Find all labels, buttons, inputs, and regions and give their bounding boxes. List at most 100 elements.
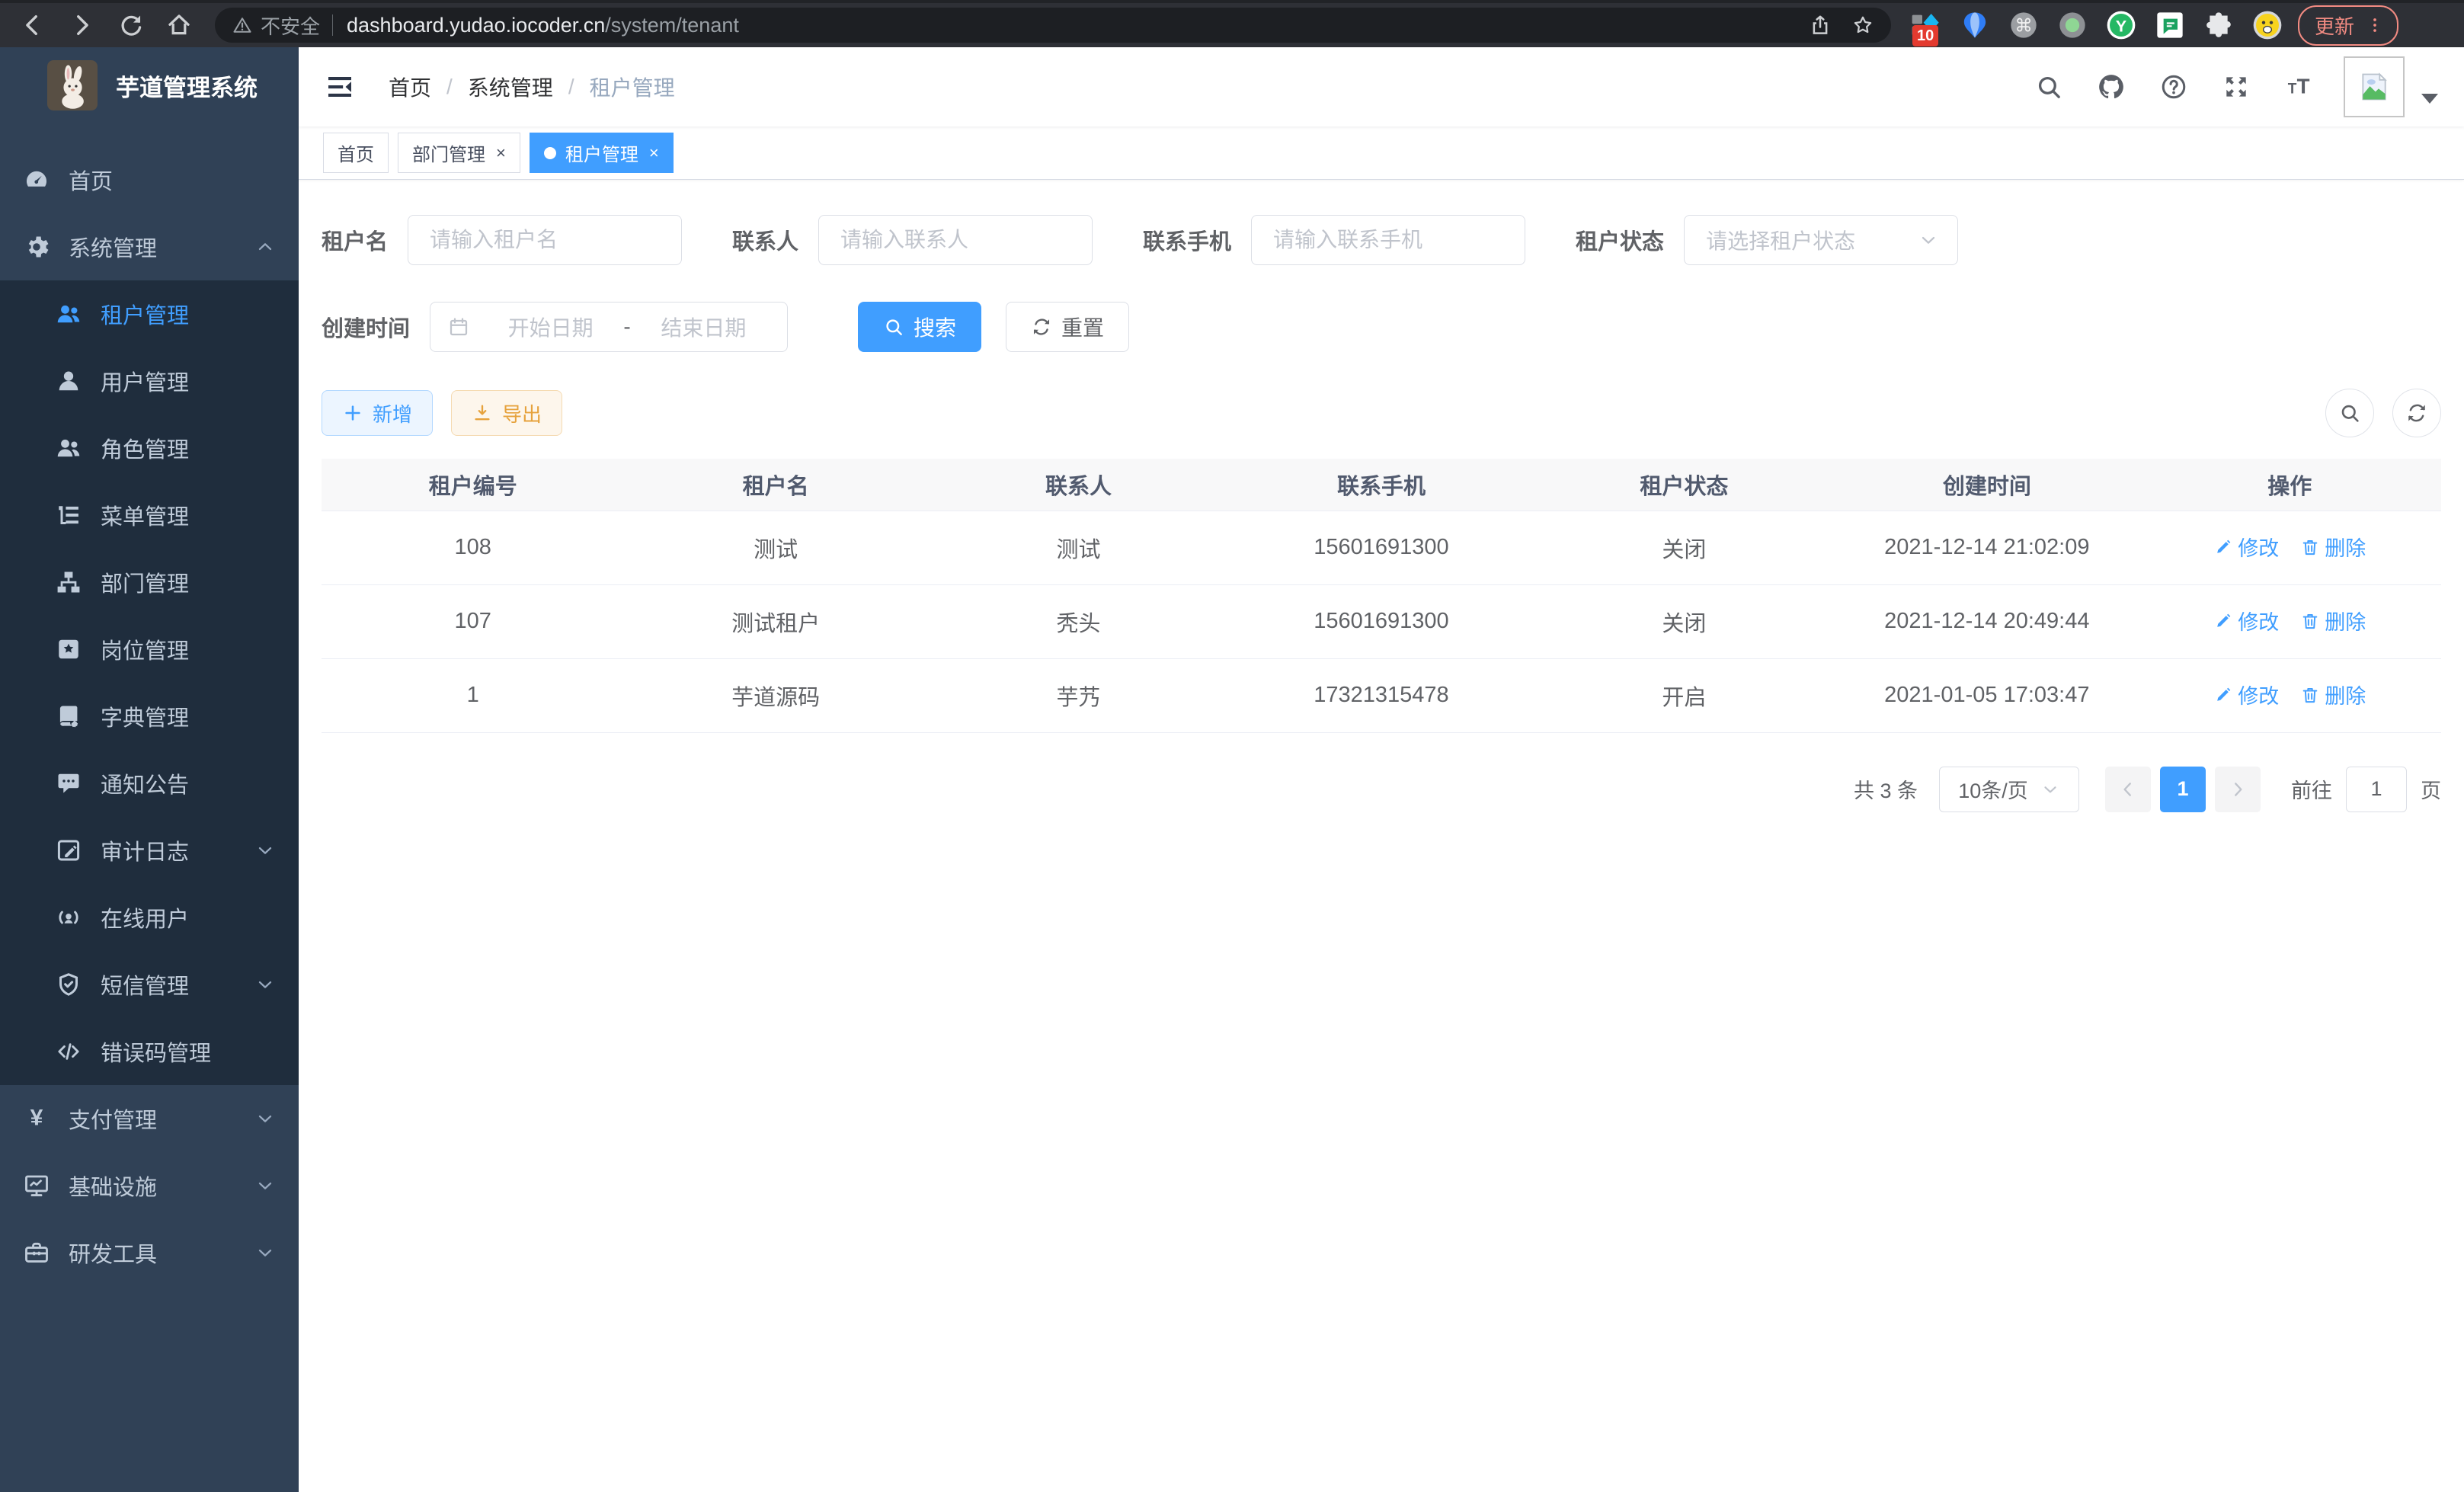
url-text[interactable]: dashboard.yudao.iocoder.cn/system/tenant <box>347 14 1809 37</box>
sidebar-item-部门管理[interactable]: 部门管理 <box>0 549 299 616</box>
edit-link[interactable]: 修改 <box>2213 680 2279 709</box>
close-tab-icon[interactable]: × <box>496 143 506 163</box>
search-button[interactable]: 搜索 <box>858 302 981 352</box>
forward-icon[interactable] <box>69 12 94 38</box>
sidebar-toggle-icon[interactable] <box>325 72 355 102</box>
status-select[interactable]: 请选择租户状态 <box>1684 215 1958 265</box>
share-icon[interactable] <box>1809 14 1832 37</box>
user-icon <box>55 367 82 395</box>
sidebar-item-通知公告[interactable]: 通知公告 <box>0 750 299 817</box>
show-search-button[interactable] <box>2325 389 2374 437</box>
svg-text:¥: ¥ <box>30 1105 43 1130</box>
home-icon[interactable] <box>166 12 192 38</box>
contact-input[interactable] <box>818 215 1093 265</box>
edit-icon <box>2213 685 2233 705</box>
goto-page-input[interactable] <box>2346 767 2407 812</box>
sidebar-item-短信管理[interactable]: 短信管理 <box>0 951 299 1018</box>
user-avatar-menu[interactable] <box>2344 56 2438 117</box>
next-page-button[interactable] <box>2215 767 2261 812</box>
extension-chat-icon[interactable] <box>2155 10 2185 40</box>
sidebar-item-支付管理[interactable]: ¥支付管理 <box>0 1085 299 1152</box>
github-icon[interactable] <box>2097 72 2126 101</box>
extensions-puzzle-icon[interactable] <box>2203 10 2234 40</box>
update-label: 更新 <box>2315 11 2354 40</box>
cell-id: 108 <box>322 511 624 584</box>
dictionary-icon <box>55 703 82 730</box>
cell-id: 1 <box>322 658 624 732</box>
start-date-placeholder[interactable]: 开始日期 <box>484 312 617 342</box>
date-range-picker[interactable]: 开始日期 - 结束日期 <box>430 302 788 352</box>
tag-tab-租户管理[interactable]: 租户管理× <box>530 133 674 173</box>
app-title: 芋道管理系统 <box>116 69 258 103</box>
sidebar-item-用户管理[interactable]: 用户管理 <box>0 347 299 415</box>
breadcrumb-item[interactable]: 首页 <box>389 72 431 102</box>
font-size-icon[interactable]: TT <box>2284 72 2313 101</box>
logo-image <box>47 60 98 110</box>
sidebar-item-岗位管理[interactable]: 岗位管理 <box>0 616 299 683</box>
sidebar-item-字典管理[interactable]: 字典管理 <box>0 683 299 750</box>
refresh-table-button[interactable] <box>2392 389 2441 437</box>
sidebar-item-错误码管理[interactable]: 错误码管理 <box>0 1018 299 1085</box>
kebab-menu-icon[interactable] <box>2365 15 2385 35</box>
sidebar-item-label: 系统管理 <box>69 231 157 263</box>
add-button[interactable]: 新增 <box>322 390 433 436</box>
sidebar-item-研发工具[interactable]: 研发工具 <box>0 1219 299 1286</box>
tenant-name-input[interactable] <box>408 215 682 265</box>
extension-balloon-icon[interactable] <box>1960 10 1990 40</box>
sidebar-item-在线用户[interactable]: 在线用户 <box>0 884 299 951</box>
profile-avatar-icon[interactable] <box>2252 10 2283 40</box>
delete-link[interactable]: 删除 <box>2300 532 2366 562</box>
extension-diamond-icon[interactable]: 10 <box>1911 10 1941 40</box>
back-icon[interactable] <box>20 12 46 38</box>
sidebar-item-基础设施[interactable]: 基础设施 <box>0 1152 299 1219</box>
edit-link[interactable]: 修改 <box>2213 532 2279 562</box>
extension-badge: 10 <box>1912 25 1938 46</box>
reload-icon[interactable] <box>117 12 143 38</box>
header-search-icon[interactable] <box>2034 72 2063 101</box>
browser-update-button[interactable]: 更新 <box>2298 5 2398 46</box>
sidebar-item-租户管理[interactable]: 租户管理 <box>0 280 299 347</box>
edit-link[interactable]: 修改 <box>2213 606 2279 635</box>
fullscreen-icon[interactable] <box>2222 72 2251 101</box>
delete-link[interactable]: 删除 <box>2300 606 2366 635</box>
avatar[interactable] <box>2344 56 2405 117</box>
sidebar-item-角色管理[interactable]: 角色管理 <box>0 415 299 482</box>
total-count: 共 3 条 <box>1854 774 1918 804</box>
chevron-down-icon <box>254 1108 276 1129</box>
avatar-caret-icon[interactable] <box>2421 94 2438 104</box>
sidebar-item-label: 研发工具 <box>69 1237 157 1269</box>
tag-tab-部门管理[interactable]: 部门管理× <box>398 133 520 173</box>
sidebar-item-菜单管理[interactable]: 菜单管理 <box>0 482 299 549</box>
end-date-placeholder[interactable]: 结束日期 <box>637 312 770 342</box>
sidebar-item-系统管理[interactable]: 系统管理 <box>0 213 299 280</box>
reset-button[interactable]: 重置 <box>1006 302 1129 352</box>
tag-tab-首页[interactable]: 首页 <box>323 133 389 173</box>
column-header-租户状态: 租户状态 <box>1533 459 1835 511</box>
breadcrumb-item[interactable]: 系统管理 <box>468 72 553 102</box>
extension-record-icon[interactable] <box>2057 10 2088 40</box>
trash-icon <box>2300 611 2320 631</box>
users-icon <box>55 300 82 328</box>
delete-link[interactable]: 删除 <box>2300 680 2366 709</box>
refresh-icon <box>1031 316 1052 338</box>
not-secure-warning-icon[interactable] <box>232 14 253 36</box>
breadcrumb-item: 租户管理 <box>590 72 675 102</box>
extension-command-icon[interactable]: ⌘ <box>2008 10 2039 40</box>
extension-y-icon[interactable]: Y <box>2106 10 2136 40</box>
close-tab-icon[interactable]: × <box>649 143 659 163</box>
page-size-select[interactable]: 10条/页 <box>1939 767 2079 812</box>
cell-status: 关闭 <box>1533 511 1835 584</box>
sidebar-item-首页[interactable]: 首页 <box>0 146 299 213</box>
help-icon[interactable] <box>2159 72 2188 101</box>
sidebar-item-label: 部门管理 <box>101 566 189 598</box>
logo-row[interactable]: 芋道管理系统 <box>0 47 299 123</box>
sidebar-item-审计日志[interactable]: 审计日志 <box>0 817 299 884</box>
prev-page-button[interactable] <box>2105 767 2151 812</box>
cell-mobile: 15601691300 <box>1230 511 1532 584</box>
page-number-1[interactable]: 1 <box>2160 767 2206 812</box>
bookmark-star-icon[interactable] <box>1851 14 1874 37</box>
address-bar[interactable]: 不安全 dashboard.yudao.iocoder.cn/system/te… <box>215 8 1891 43</box>
export-button[interactable]: 导出 <box>451 390 562 436</box>
mobile-input[interactable] <box>1251 215 1525 265</box>
security-label[interactable]: 不安全 <box>261 11 320 40</box>
